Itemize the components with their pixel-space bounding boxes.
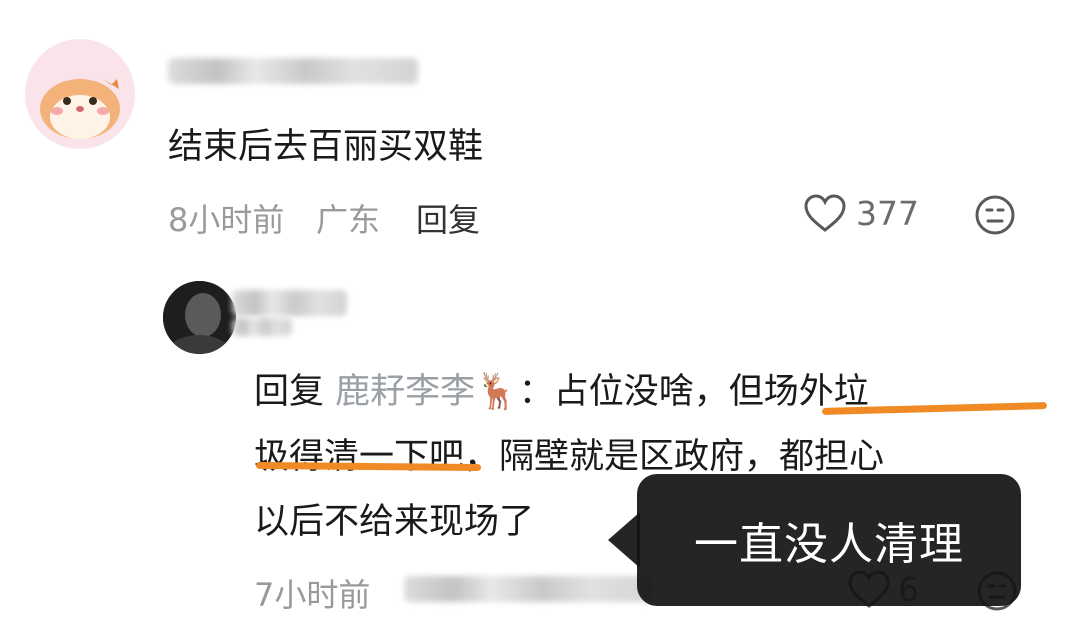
dislike-button[interactable] — [974, 194, 1016, 240]
comment-time: 8小时前 — [168, 201, 285, 239]
like-count: 377 — [856, 194, 919, 233]
reply-button[interactable]: 回复 — [416, 195, 480, 241]
comment-time: 7小时前 — [254, 576, 371, 614]
person-avatar-icon — [163, 281, 236, 354]
username-blurred[interactable] — [168, 58, 418, 84]
comment-text: 结束后去百丽买双鞋 — [168, 127, 484, 167]
comment-line-3: 以后不给来现场了 — [254, 502, 535, 542]
colon: ： — [518, 372, 554, 412]
username-blurred-extra — [232, 318, 292, 336]
username-blurred[interactable] — [232, 290, 347, 316]
mention-link[interactable]: 鹿耔李李🦌 — [335, 372, 519, 412]
location-reply-blurred — [404, 576, 654, 602]
comment-text-part: 占位没啥，但场外垃 — [553, 372, 869, 412]
emoji-neutral-icon — [975, 195, 1015, 235]
avatar[interactable] — [25, 39, 135, 149]
avatar[interactable] — [163, 281, 236, 354]
hamster-avatar-icon — [40, 79, 120, 139]
comment-line-1: 回复 鹿耔李李🦌：占位没啥，但场外垃 — [254, 363, 869, 414]
overlay-bubble-text: 一直没人清理 — [694, 519, 964, 570]
reply-prefix: 回复 — [254, 372, 325, 412]
comment-line-2: 圾得清一下吧，隔壁就是区政府，都担心 — [254, 437, 885, 477]
comment-location: 广东 — [316, 201, 381, 239]
like-button[interactable] — [804, 194, 846, 238]
heart-icon — [804, 194, 846, 232]
bubble-tail — [608, 512, 640, 568]
